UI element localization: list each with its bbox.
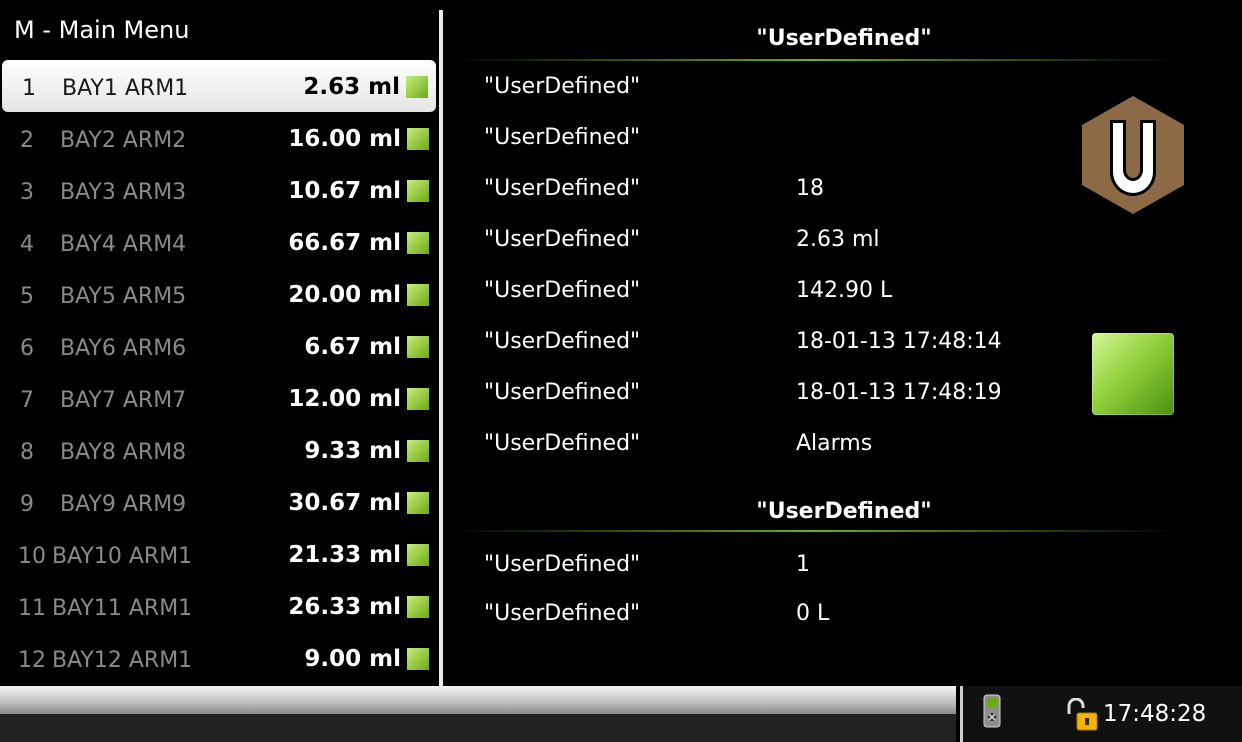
status-indicator-icon	[407, 440, 429, 462]
menu-item-value: 6.67 ml	[304, 334, 401, 360]
main-menu-panel: M - Main Menu 1 BAY1 ARM1 2.63 ml 2 BAY2…	[0, 0, 437, 686]
menu-item-number: 7	[20, 388, 34, 413]
menu-item[interactable]: 7 BAY7 ARM7 12.00 ml	[0, 372, 437, 424]
menu-item-label: BAY9 ARM9	[60, 492, 187, 517]
summary-title: "UserDefined"	[756, 499, 932, 524]
status-indicator-icon	[407, 284, 429, 306]
menu-item-label: BAY3 ARM3	[60, 180, 187, 205]
menu-item-number: 12	[18, 648, 46, 673]
summary-value: 0 L	[796, 601, 830, 626]
status-indicator-icon	[407, 336, 429, 358]
menu-item-label: BAY5 ARM5	[60, 284, 187, 309]
menu-title: M - Main Menu	[14, 16, 190, 44]
menu-item-value: 26.33 ml	[288, 594, 401, 620]
detail-value: 18-01-13 17:48:14	[796, 329, 1002, 354]
menu-item-number: 4	[20, 232, 34, 257]
menu-item-number: 10	[18, 544, 46, 569]
detail-value: 18	[796, 176, 824, 201]
menu-item-number: 5	[20, 284, 34, 309]
menu-item[interactable]: 3 BAY3 ARM3 10.67 ml	[0, 164, 437, 216]
detail-label: "UserDefined"	[484, 329, 641, 354]
device-icon	[983, 694, 1001, 728]
menu-item-number: 1	[22, 76, 36, 101]
menu-item-value: 12.00 ml	[288, 386, 401, 412]
detail-value: 18-01-13 17:48:19	[796, 380, 1002, 405]
status-indicator-icon	[406, 76, 428, 98]
menu-item-value: 2.63 ml	[303, 74, 400, 100]
status-indicator-icon	[407, 128, 429, 150]
status-bar: 17:48:28	[0, 686, 1242, 742]
status-indicator-icon	[407, 388, 429, 410]
menu-item[interactable]: 8 BAY8 ARM8 9.33 ml	[0, 424, 437, 476]
menu-item-number: 3	[20, 180, 34, 205]
summary-value: 1	[796, 552, 810, 577]
summary-label: "UserDefined"	[484, 601, 641, 626]
hexagon-u-logo-icon	[1082, 96, 1184, 214]
softkey-bar-lower	[0, 714, 956, 742]
menu-item-label: BAY10 ARM1	[52, 544, 193, 569]
detail-label: "UserDefined"	[484, 431, 641, 456]
summary-title-divider	[454, 530, 1176, 532]
detail-label: "UserDefined"	[484, 227, 641, 252]
menu-item-label: BAY1 ARM1	[62, 76, 189, 101]
menu-item-value: 66.67 ml	[288, 230, 401, 256]
menu-item[interactable]: 10 BAY10 ARM1 21.33 ml	[0, 528, 437, 580]
clock: 17:48:28	[1103, 701, 1207, 727]
menu-item-value: 16.00 ml	[288, 126, 401, 152]
menu-item-label: BAY2 ARM2	[60, 128, 187, 153]
status-indicator-icon	[407, 596, 429, 618]
status-indicator-icon	[1092, 333, 1174, 415]
details-title: "UserDefined"	[756, 26, 932, 51]
menu-item[interactable]: 11 BAY11 ARM1 26.33 ml	[0, 580, 437, 632]
details-panel: "UserDefined" "UserDefined" "UserDefined…	[446, 0, 1242, 686]
summary-label: "UserDefined"	[484, 552, 641, 577]
menu-item-number: 8	[20, 440, 34, 465]
status-indicator-icon	[407, 492, 429, 514]
softkey-bar[interactable]	[0, 686, 956, 714]
status-indicator-icon	[407, 648, 429, 670]
detail-label: "UserDefined"	[484, 176, 641, 201]
menu-item-label: BAY11 ARM1	[52, 596, 193, 621]
detail-value: 142.90 L	[796, 278, 893, 303]
menu-item-label: BAY7 ARM7	[60, 388, 187, 413]
menu-item-value: 21.33 ml	[288, 542, 401, 568]
menu-item-label: BAY6 ARM6	[60, 336, 187, 361]
menu-item-label: BAY8 ARM8	[60, 440, 187, 465]
menu-item[interactable]: 1 BAY1 ARM1 2.63 ml	[2, 60, 436, 112]
menu-item-value: 10.67 ml	[288, 178, 401, 204]
status-indicator-icon	[407, 232, 429, 254]
menu-list: 1 BAY1 ARM1 2.63 ml 2 BAY2 ARM2 16.00 ml…	[0, 60, 437, 684]
details-title-divider	[454, 59, 1176, 61]
system-status-area: 17:48:28	[960, 686, 1242, 742]
menu-item-value: 30.67 ml	[288, 490, 401, 516]
unlocked-lock-icon	[1067, 698, 1098, 731]
panel-divider	[439, 10, 443, 686]
menu-item[interactable]: 4 BAY4 ARM4 66.67 ml	[0, 216, 437, 268]
menu-item-number: 11	[18, 596, 46, 621]
detail-value: 2.63 ml	[796, 227, 880, 252]
menu-item[interactable]: 6 BAY6 ARM6 6.67 ml	[0, 320, 437, 372]
menu-item-number: 9	[20, 492, 34, 517]
status-indicator-icon	[407, 544, 429, 566]
status-indicator-icon	[407, 180, 429, 202]
detail-label: "UserDefined"	[484, 380, 641, 405]
detail-label: "UserDefined"	[484, 278, 641, 303]
menu-item-label: BAY12 ARM1	[52, 648, 193, 673]
detail-value: Alarms	[796, 431, 873, 456]
detail-label: "UserDefined"	[484, 125, 641, 150]
menu-item[interactable]: 9 BAY9 ARM9 30.67 ml	[0, 476, 437, 528]
menu-item-value: 9.00 ml	[304, 646, 401, 672]
menu-item[interactable]: 12 BAY12 ARM1 9.00 ml	[0, 632, 437, 684]
menu-item[interactable]: 2 BAY2 ARM2 16.00 ml	[0, 112, 437, 164]
menu-item[interactable]: 5 BAY5 ARM5 20.00 ml	[0, 268, 437, 320]
menu-item-value: 20.00 ml	[288, 282, 401, 308]
menu-item-number: 6	[20, 336, 34, 361]
menu-item-number: 2	[20, 128, 34, 153]
menu-item-value: 9.33 ml	[304, 438, 401, 464]
menu-item-label: BAY4 ARM4	[60, 232, 187, 257]
detail-label: "UserDefined"	[484, 74, 641, 99]
